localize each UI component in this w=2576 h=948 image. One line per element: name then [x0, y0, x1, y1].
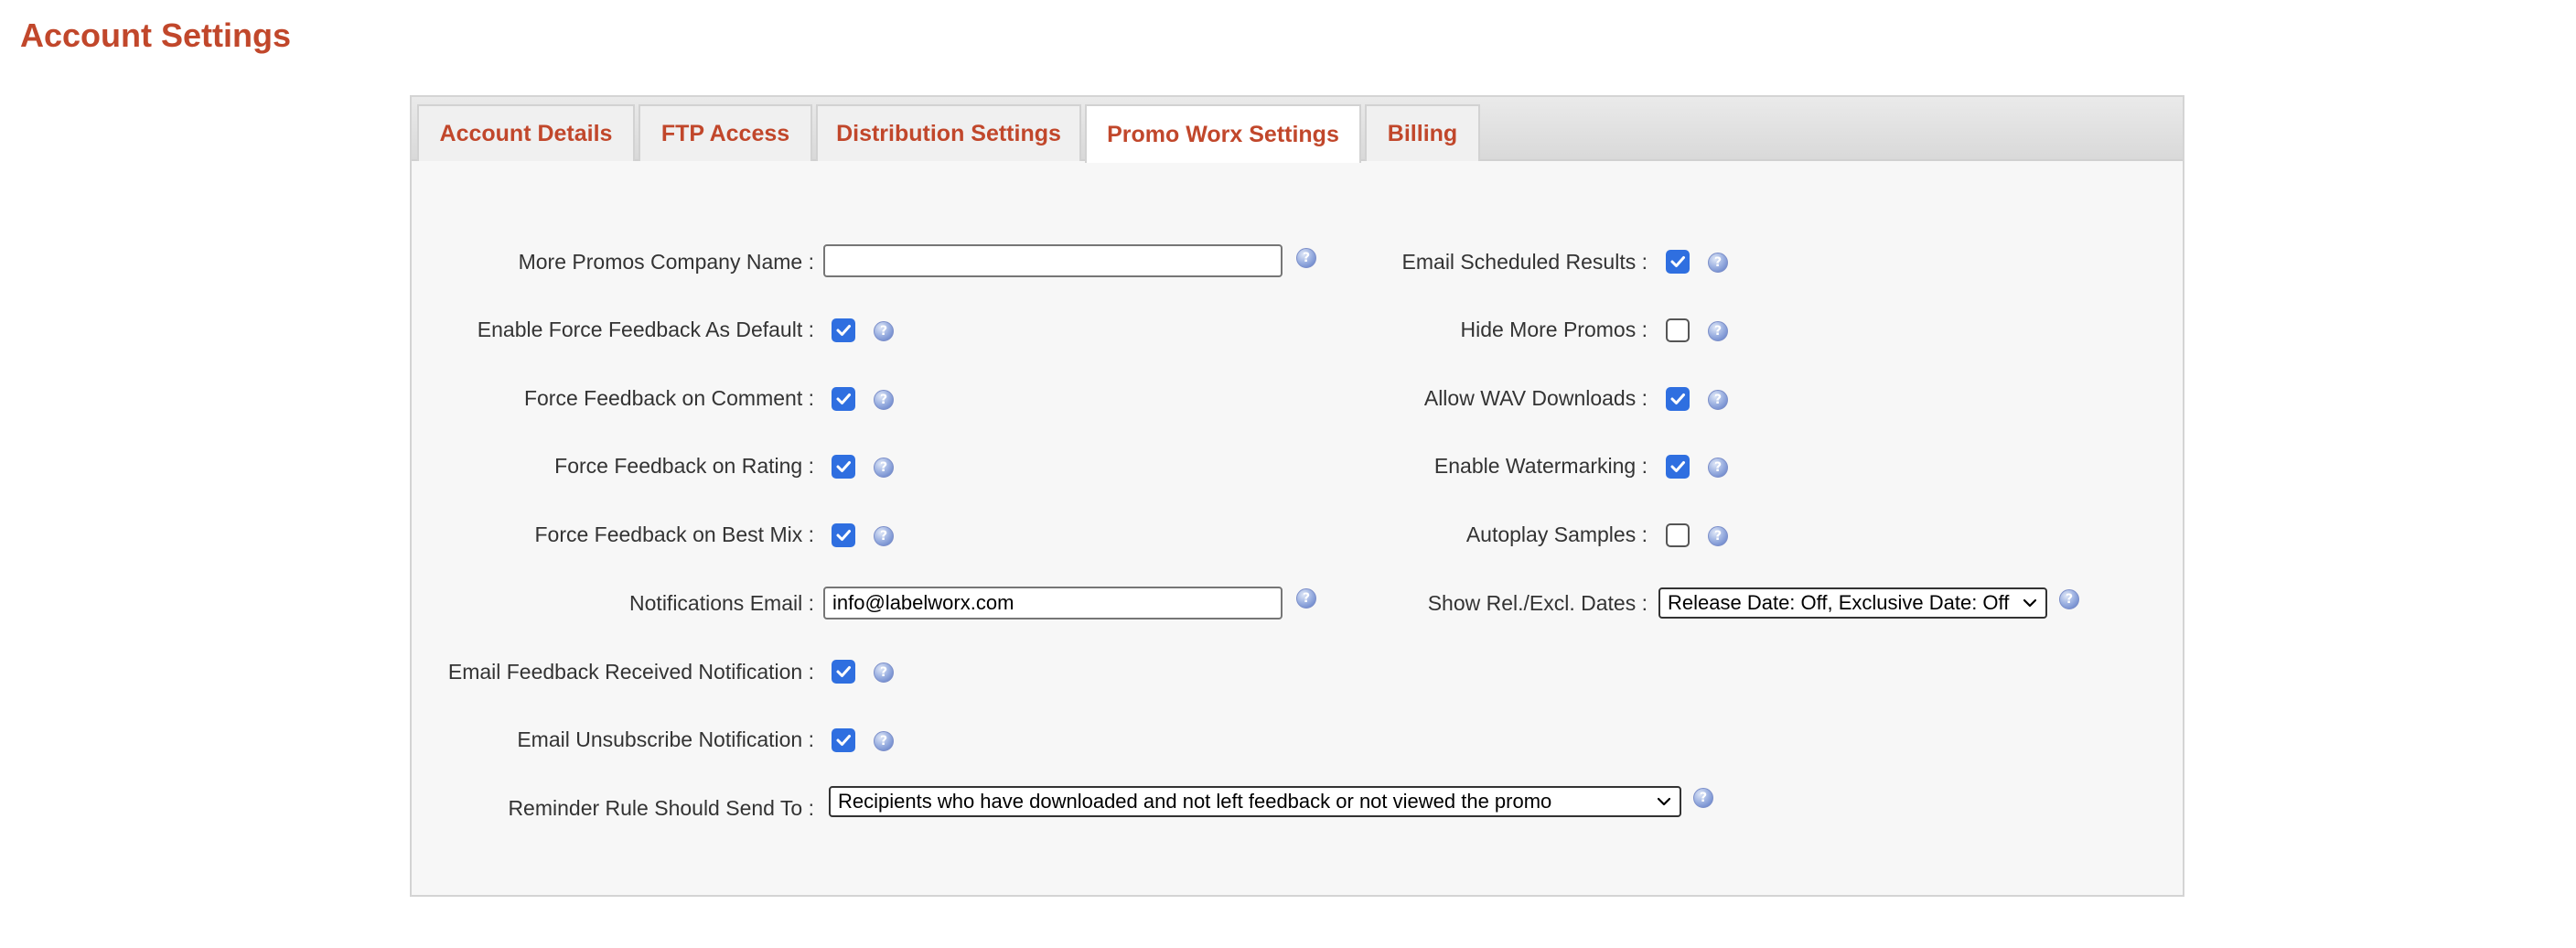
show-rel-excl-dates-label: Show Rel./Excl. Dates :	[1427, 591, 1648, 615]
allow-wav-downloads-label: Allow WAV Downloads :	[1423, 386, 1648, 410]
reminder-rule-label: Reminder Rule Should Send To :	[508, 796, 814, 820]
help-icon[interactable]: ?	[874, 321, 894, 341]
company-name-input[interactable]	[823, 244, 1283, 277]
tab-ftp-access[interactable]: FTP Access	[639, 104, 812, 161]
page-title: Account Settings	[20, 16, 292, 54]
reminder-rule-value: Recipients who have downloaded and not l…	[838, 790, 1552, 813]
checkmark-icon	[836, 530, 851, 541]
help-icon[interactable]: ?	[874, 458, 894, 478]
tab-distribution-settings[interactable]: Distribution Settings	[816, 104, 1081, 161]
force-feedback-default-checkbox[interactable]	[832, 318, 855, 342]
force-feedback-rating-label: Force Feedback on Rating :	[554, 454, 814, 478]
chevron-down-icon	[1657, 797, 1671, 806]
checkmark-icon	[836, 461, 851, 472]
company-name-label: More Promos Company Name :	[518, 250, 814, 274]
notifications-email-input[interactable]	[823, 587, 1283, 619]
hide-more-promos-checkbox[interactable]	[1666, 318, 1690, 342]
help-icon[interactable]: ?	[1693, 788, 1713, 808]
chevron-down-icon	[2023, 598, 2037, 608]
help-icon[interactable]: ?	[874, 390, 894, 410]
force-feedback-comment-checkbox[interactable]	[832, 387, 855, 411]
autoplay-samples-label: Autoplay Samples :	[1465, 522, 1648, 546]
checkmark-icon	[836, 666, 851, 677]
reminder-rule-select[interactable]: Recipients who have downloaded and not l…	[829, 786, 1681, 817]
help-icon[interactable]: ?	[1708, 321, 1728, 341]
autoplay-samples-checkbox[interactable]	[1666, 523, 1690, 547]
tab-bar: Account Details FTP Access Distribution …	[412, 97, 2183, 163]
checkmark-icon	[1670, 461, 1685, 472]
force-feedback-comment-label: Force Feedback on Comment :	[523, 386, 814, 410]
force-feedback-best-mix-checkbox[interactable]	[832, 523, 855, 547]
help-icon[interactable]: ?	[874, 526, 894, 546]
show-rel-excl-dates-select[interactable]: Release Date: Off, Exclusive Date: Off	[1658, 587, 2047, 619]
hide-more-promos-label: Hide More Promos :	[1460, 318, 1648, 341]
checkmark-icon	[836, 393, 851, 404]
help-icon[interactable]: ?	[1708, 458, 1728, 478]
show-rel-excl-dates-value: Release Date: Off, Exclusive Date: Off	[1668, 591, 2010, 614]
email-feedback-received-label: Email Feedback Received Notification :	[447, 660, 814, 684]
force-feedback-best-mix-label: Force Feedback on Best Mix :	[534, 522, 814, 546]
help-icon[interactable]: ?	[874, 663, 894, 683]
help-icon[interactable]: ?	[1708, 526, 1728, 546]
settings-panel: Account Details FTP Access Distribution …	[410, 95, 2184, 897]
tab-promo-worx-settings[interactable]: Promo Worx Settings	[1085, 104, 1361, 163]
allow-wav-downloads-checkbox[interactable]	[1666, 387, 1690, 411]
help-icon[interactable]: ?	[2059, 589, 2079, 609]
tab-billing[interactable]: Billing	[1365, 104, 1480, 161]
enable-watermarking-label: Enable Watermarking :	[1433, 454, 1648, 478]
email-unsubscribe-label: Email Unsubscribe Notification :	[517, 727, 814, 751]
help-icon[interactable]: ?	[1296, 248, 1316, 268]
checkmark-icon	[836, 325, 851, 336]
email-scheduled-results-checkbox[interactable]	[1666, 250, 1690, 274]
help-icon[interactable]: ?	[874, 731, 894, 751]
email-feedback-received-checkbox[interactable]	[832, 660, 855, 684]
checkmark-icon	[1670, 393, 1685, 404]
email-unsubscribe-checkbox[interactable]	[832, 728, 855, 752]
email-scheduled-results-label: Email Scheduled Results :	[1401, 250, 1648, 274]
force-feedback-default-label: Enable Force Feedback As Default :	[477, 318, 814, 341]
help-icon[interactable]: ?	[1708, 253, 1728, 273]
help-icon[interactable]: ?	[1296, 588, 1316, 609]
help-icon[interactable]: ?	[1708, 390, 1728, 410]
tab-account-details[interactable]: Account Details	[417, 104, 635, 161]
notifications-email-label: Notifications Email :	[629, 591, 814, 615]
checkmark-icon	[836, 735, 851, 746]
checkmark-icon	[1670, 256, 1685, 267]
force-feedback-rating-checkbox[interactable]	[832, 455, 855, 479]
enable-watermarking-checkbox[interactable]	[1666, 455, 1690, 479]
